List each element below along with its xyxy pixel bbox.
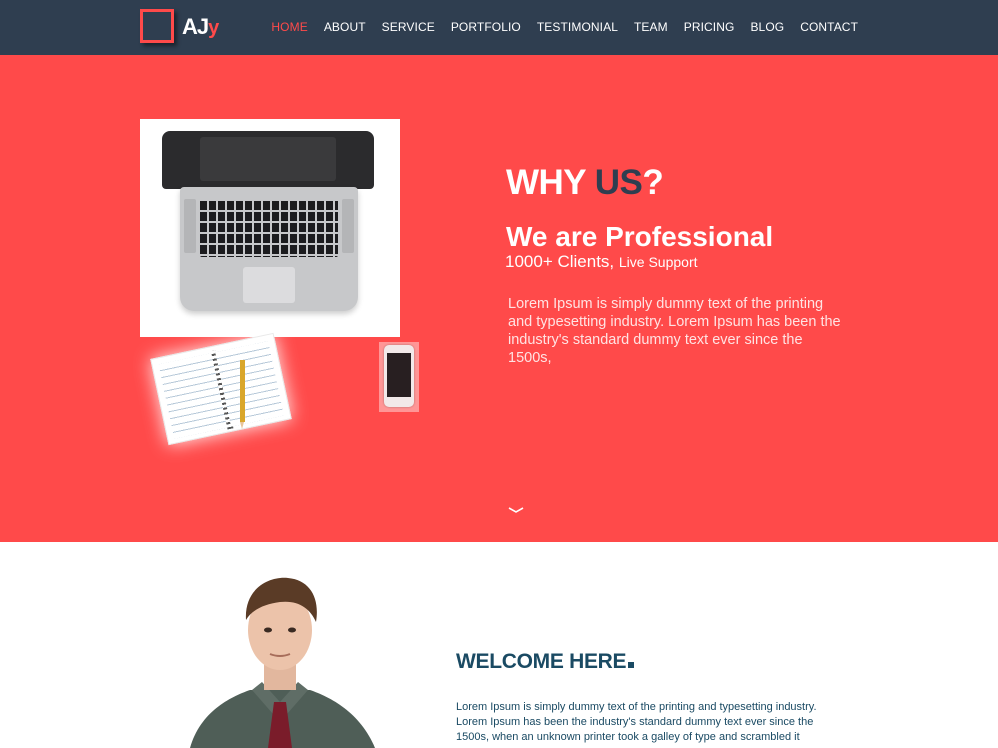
phone-image	[379, 342, 419, 412]
hero-clients: 1000+ Clients, Live Support	[505, 252, 698, 271]
logo[interactable]: AJy	[140, 9, 230, 47]
hero-title: WHY US?	[506, 163, 664, 202]
laptop-base	[180, 187, 358, 311]
hero-section: WHY US? We are Professional 1000+ Client…	[0, 55, 998, 542]
laptop-image	[140, 119, 400, 337]
nav-contact[interactable]: CONTACT	[800, 20, 858, 34]
nav-blog[interactable]: BLOG	[750, 20, 784, 34]
square-bullet-icon	[628, 662, 635, 668]
nav-portfolio[interactable]: PORTFOLIO	[451, 20, 521, 34]
logo-square-icon	[140, 9, 174, 43]
navbar: AJy HOME ABOUT SERVICE PORTFOLIO TESTIMO…	[0, 0, 998, 55]
notebook-image	[150, 332, 292, 446]
pencil-image	[240, 360, 245, 429]
welcome-title: WELCOME HERE	[456, 650, 635, 674]
nav-team[interactable]: TEAM	[634, 20, 668, 34]
nav-testimonial[interactable]: TESTIMONIAL	[537, 20, 618, 34]
person-photo	[190, 577, 375, 748]
laptop-lid	[162, 131, 374, 189]
chevron-down-icon[interactable]	[508, 504, 524, 516]
nav-home[interactable]: HOME	[271, 20, 307, 34]
nav-about[interactable]: ABOUT	[324, 20, 366, 34]
nav-service[interactable]: SERVICE	[382, 20, 435, 34]
main-nav: HOME ABOUT SERVICE PORTFOLIO TESTIMONIAL…	[255, 20, 858, 34]
trackpad-graphic	[243, 267, 295, 303]
welcome-body-text: Lorem Ipsum is simply dummy text of the …	[456, 701, 817, 743]
logo-text: AJy	[182, 14, 219, 39]
keyboard-graphic	[200, 199, 338, 257]
hero-subtitle: We are Professional	[506, 221, 774, 252]
hero-body-text: Lorem Ipsum is simply dummy text of the …	[508, 296, 841, 366]
nav-pricing[interactable]: PRICING	[684, 20, 735, 34]
